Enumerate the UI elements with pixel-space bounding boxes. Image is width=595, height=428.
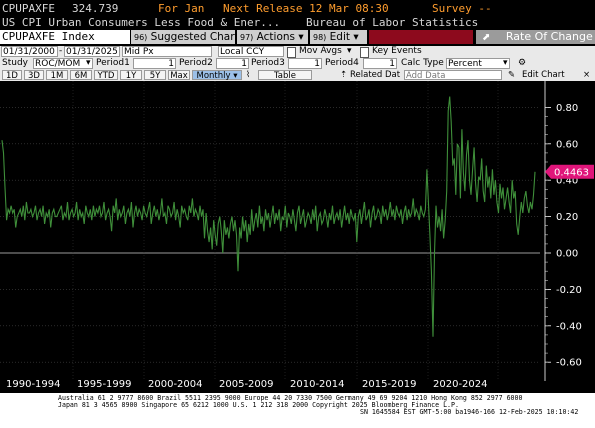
edit-chart-button[interactable]: Edit Chart [522,70,565,80]
actions-button[interactable]: 97) Actions ▾ [237,30,308,44]
line-chart-icon[interactable]: ⌇ [246,70,250,80]
rate-of-change-button[interactable]: ⬈ Rate Of Change [476,30,595,44]
mov-avgs-label: Mov Avgs [299,46,342,56]
chevron-down-icon: ▾ [233,71,238,81]
pencil-icon[interactable]: ✎ [508,70,515,80]
line-chart[interactable]: -0.60-0.40-0.200.000.200.400.600.80 0.44… [0,81,595,381]
y-tick-label: -0.60 [556,358,582,369]
date-separator: - [59,46,63,56]
x-tick-label: 2000-2004 [148,379,203,390]
y-axis: -0.60-0.40-0.200.000.200.400.600.80 [544,81,582,381]
x-tick-label: 2010-2014 [290,379,345,390]
key-events-checkbox[interactable] [360,47,369,58]
chevron-down-icon: ▾ [298,31,304,43]
calc-type-label: Calc Type [401,58,444,68]
suggested-charts-label: Suggested Charts [150,31,245,43]
x-tick-label: 1990-1994 [6,379,61,390]
settings-icon[interactable]: ⚙ [518,58,526,69]
period4-input[interactable]: 1 [363,58,397,69]
end-date-field[interactable]: 01/31/2025 [64,46,120,57]
last-price: 324.739 [72,2,119,15]
chevron-down-icon[interactable]: ▾ [503,58,508,69]
study-controls-row: Study ROC/MOM ▾ Period1 1 Period2 1 Peri… [0,58,595,70]
chevron-down-icon[interactable]: ▾ [86,58,91,69]
y-tick-label: -0.20 [556,285,582,296]
y-tick-label: -0.40 [556,321,582,332]
period2-label: Period2 [179,58,213,68]
chevron-down-icon: ▾ [353,31,359,43]
x-tick-label: 2020-2024 [433,379,488,390]
last-value-label: 0.4463 [554,167,589,178]
period1-input[interactable]: 1 [133,58,176,69]
y-tick-label: 0.00 [556,249,578,260]
period-button-max[interactable]: Max [168,70,190,81]
y-tick-label: 0.20 [556,212,578,223]
ticker-label: CPUPAXFE [2,2,55,15]
x-tick-label: 1995-1999 [77,379,132,390]
security-header-row: CPUPAXFE 324.739 For Jan Next Release 12… [0,2,595,15]
add-data-input[interactable]: Add Data [404,70,502,81]
footer: Australia 61 2 9777 8600 Brazil 5511 239… [0,393,595,428]
actions-label: Actions [256,31,296,43]
edit-status-bar [369,30,473,44]
period-button-1y[interactable]: 1Y [120,70,142,81]
related-data-button[interactable]: Related Dat [350,70,400,80]
x-axis: 1990-1994 1995-1999 2000-2004 2005-2009 2010… [0,376,595,394]
next-release: Next Release 12 Mar 08:30 [223,2,389,15]
frequency-label: Monthly [196,71,231,81]
period1-label: Period1 [96,58,130,68]
survey-label: Survey -- [432,2,492,15]
period3-label: Period3 [251,58,285,68]
security-description: US CPI Urban Consumers Less Food & Ener.… [2,16,281,29]
toolbar: CPUPAXFE Index 96) Suggested Charts 97) … [0,30,595,45]
actions-number: 97) [240,33,254,42]
period-button-5y[interactable]: 5Y [144,70,166,81]
last-value-tag: 0.4463 [545,164,594,179]
y-tick-label: 0.60 [556,139,578,150]
x-tick-label: 2005-2009 [219,379,274,390]
edit-button[interactable]: 98) Edit ▾ [310,30,367,44]
price-field-select[interactable]: Mid Px [122,46,212,57]
date-controls-row: 01/31/2000 - 01/31/2025 Mid Px Local CCY… [0,46,595,58]
period-label: For Jan [158,2,205,15]
currency-select[interactable]: Local CCY [218,46,284,57]
period-buttons-row: 1D 3D 1M 6M YTD 1Y 5Y Max Monthly ▾ ⌇ Ta… [0,70,595,81]
period4-label: Period4 [325,58,359,68]
mov-avgs-checkbox[interactable] [287,47,296,58]
period-button-6m[interactable]: 6M [70,70,92,81]
period2-input[interactable]: 1 [216,58,249,69]
period-button-1m[interactable]: 1M [46,70,68,81]
study-select[interactable]: ROC/MOM [33,58,93,69]
calc-type-select[interactable]: Percent [446,58,510,69]
period-button-ytd[interactable]: YTD [94,70,118,81]
footer-session-info: SN 1645584 EST GMT-5:00 ba1946-166 12-Fe… [360,408,579,416]
table-button[interactable]: Table [258,70,312,81]
suggested-charts-number: 96) [134,33,148,42]
security-input[interactable]: CPUPAXFE Index [0,30,130,44]
related-data-icon[interactable]: ⇡ [340,70,347,80]
study-label: Study [2,58,28,68]
edit-label: Edit [329,31,350,43]
suggested-charts-button[interactable]: 96) Suggested Charts [131,30,244,44]
close-icon[interactable]: × [583,70,590,80]
edit-number: 98) [313,33,327,42]
frequency-select[interactable]: Monthly ▾ [192,70,242,81]
x-tick-label: 2015-2019 [362,379,417,390]
period3-input[interactable]: 1 [288,58,322,69]
period-button-3d[interactable]: 3D [24,70,44,81]
y-tick-label: 0.80 [556,103,578,114]
chevron-down-icon[interactable]: ▾ [347,46,352,57]
data-source: Bureau of Labor Statistics [306,16,479,29]
description-row: US CPI Urban Consumers Less Food & Ener.… [0,16,595,29]
period-button-1d[interactable]: 1D [2,70,22,81]
chart-gridlines [0,81,540,381]
key-events-label: Key Events [372,46,422,56]
start-date-field[interactable]: 01/31/2000 [1,46,58,57]
export-icon: ⬈ [482,32,491,43]
rate-of-change-label: Rate Of Change [505,30,593,43]
